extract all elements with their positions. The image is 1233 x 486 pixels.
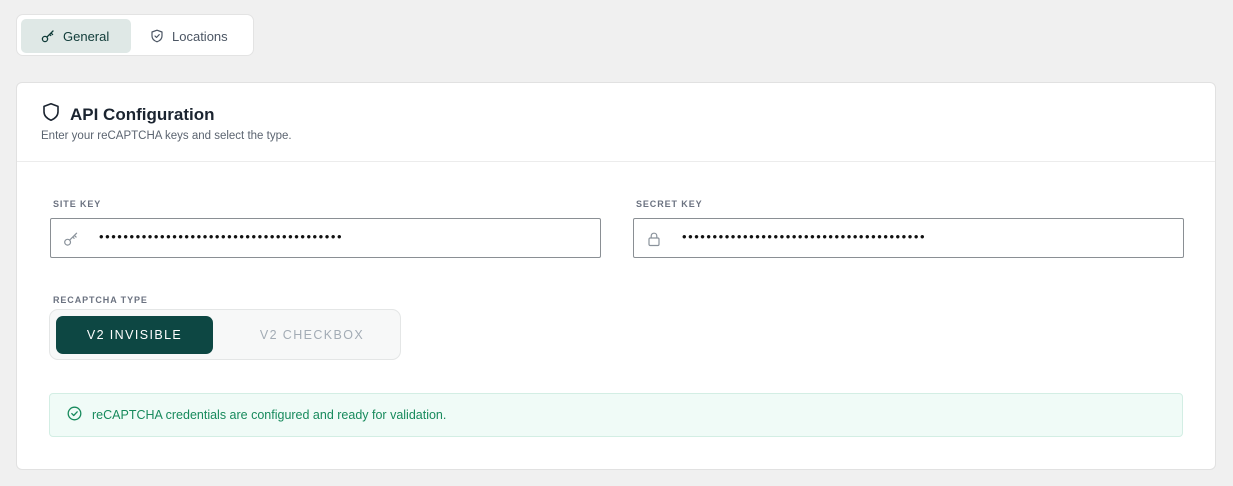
secret-key-label: SECRET KEY <box>636 199 703 209</box>
tab-general[interactable]: General <box>21 19 131 53</box>
tab-locations[interactable]: Locations <box>147 19 247 53</box>
tab-general-label: General <box>63 28 110 44</box>
tab-locations-label: Locations <box>172 28 228 44</box>
shield-icon <box>150 29 164 43</box>
card-header: API Configuration Enter your reCAPTCHA k… <box>17 83 1215 162</box>
key-icon <box>41 29 55 43</box>
shield-icon <box>41 102 61 127</box>
status-message: reCAPTCHA credentials are configured and… <box>92 408 447 422</box>
site-key-input[interactable]: •••••••••••••••••••••••••••••••••••••••• <box>50 218 601 258</box>
api-configuration-card: API Configuration Enter your reCAPTCHA k… <box>16 82 1216 470</box>
lock-icon <box>646 231 662 252</box>
card-title-text: API Configuration <box>70 104 215 124</box>
site-key-label: SITE KEY <box>53 199 102 209</box>
v2-checkbox-option[interactable]: V2 CHECKBOX <box>228 316 396 354</box>
key-icon <box>63 231 79 252</box>
secret-key-input[interactable]: •••••••••••••••••••••••••••••••••••••••• <box>633 218 1184 258</box>
card-subtitle: Enter your reCAPTCHA keys and select the… <box>41 130 292 142</box>
card-title: API Configuration <box>41 102 214 127</box>
site-key-value: •••••••••••••••••••••••••••••••••••••••• <box>99 229 344 244</box>
check-circle-icon <box>67 406 82 424</box>
recaptcha-type-toggle: V2 INVISIBLE V2 CHECKBOX <box>49 309 401 360</box>
v2-invisible-option[interactable]: V2 INVISIBLE <box>56 316 213 354</box>
recaptcha-type-label: RECAPTCHA TYPE <box>53 295 148 305</box>
settings-tabs: General Locations <box>16 14 254 56</box>
secret-key-value: •••••••••••••••••••••••••••••••••••••••• <box>682 229 927 244</box>
status-alert: reCAPTCHA credentials are configured and… <box>49 393 1183 437</box>
